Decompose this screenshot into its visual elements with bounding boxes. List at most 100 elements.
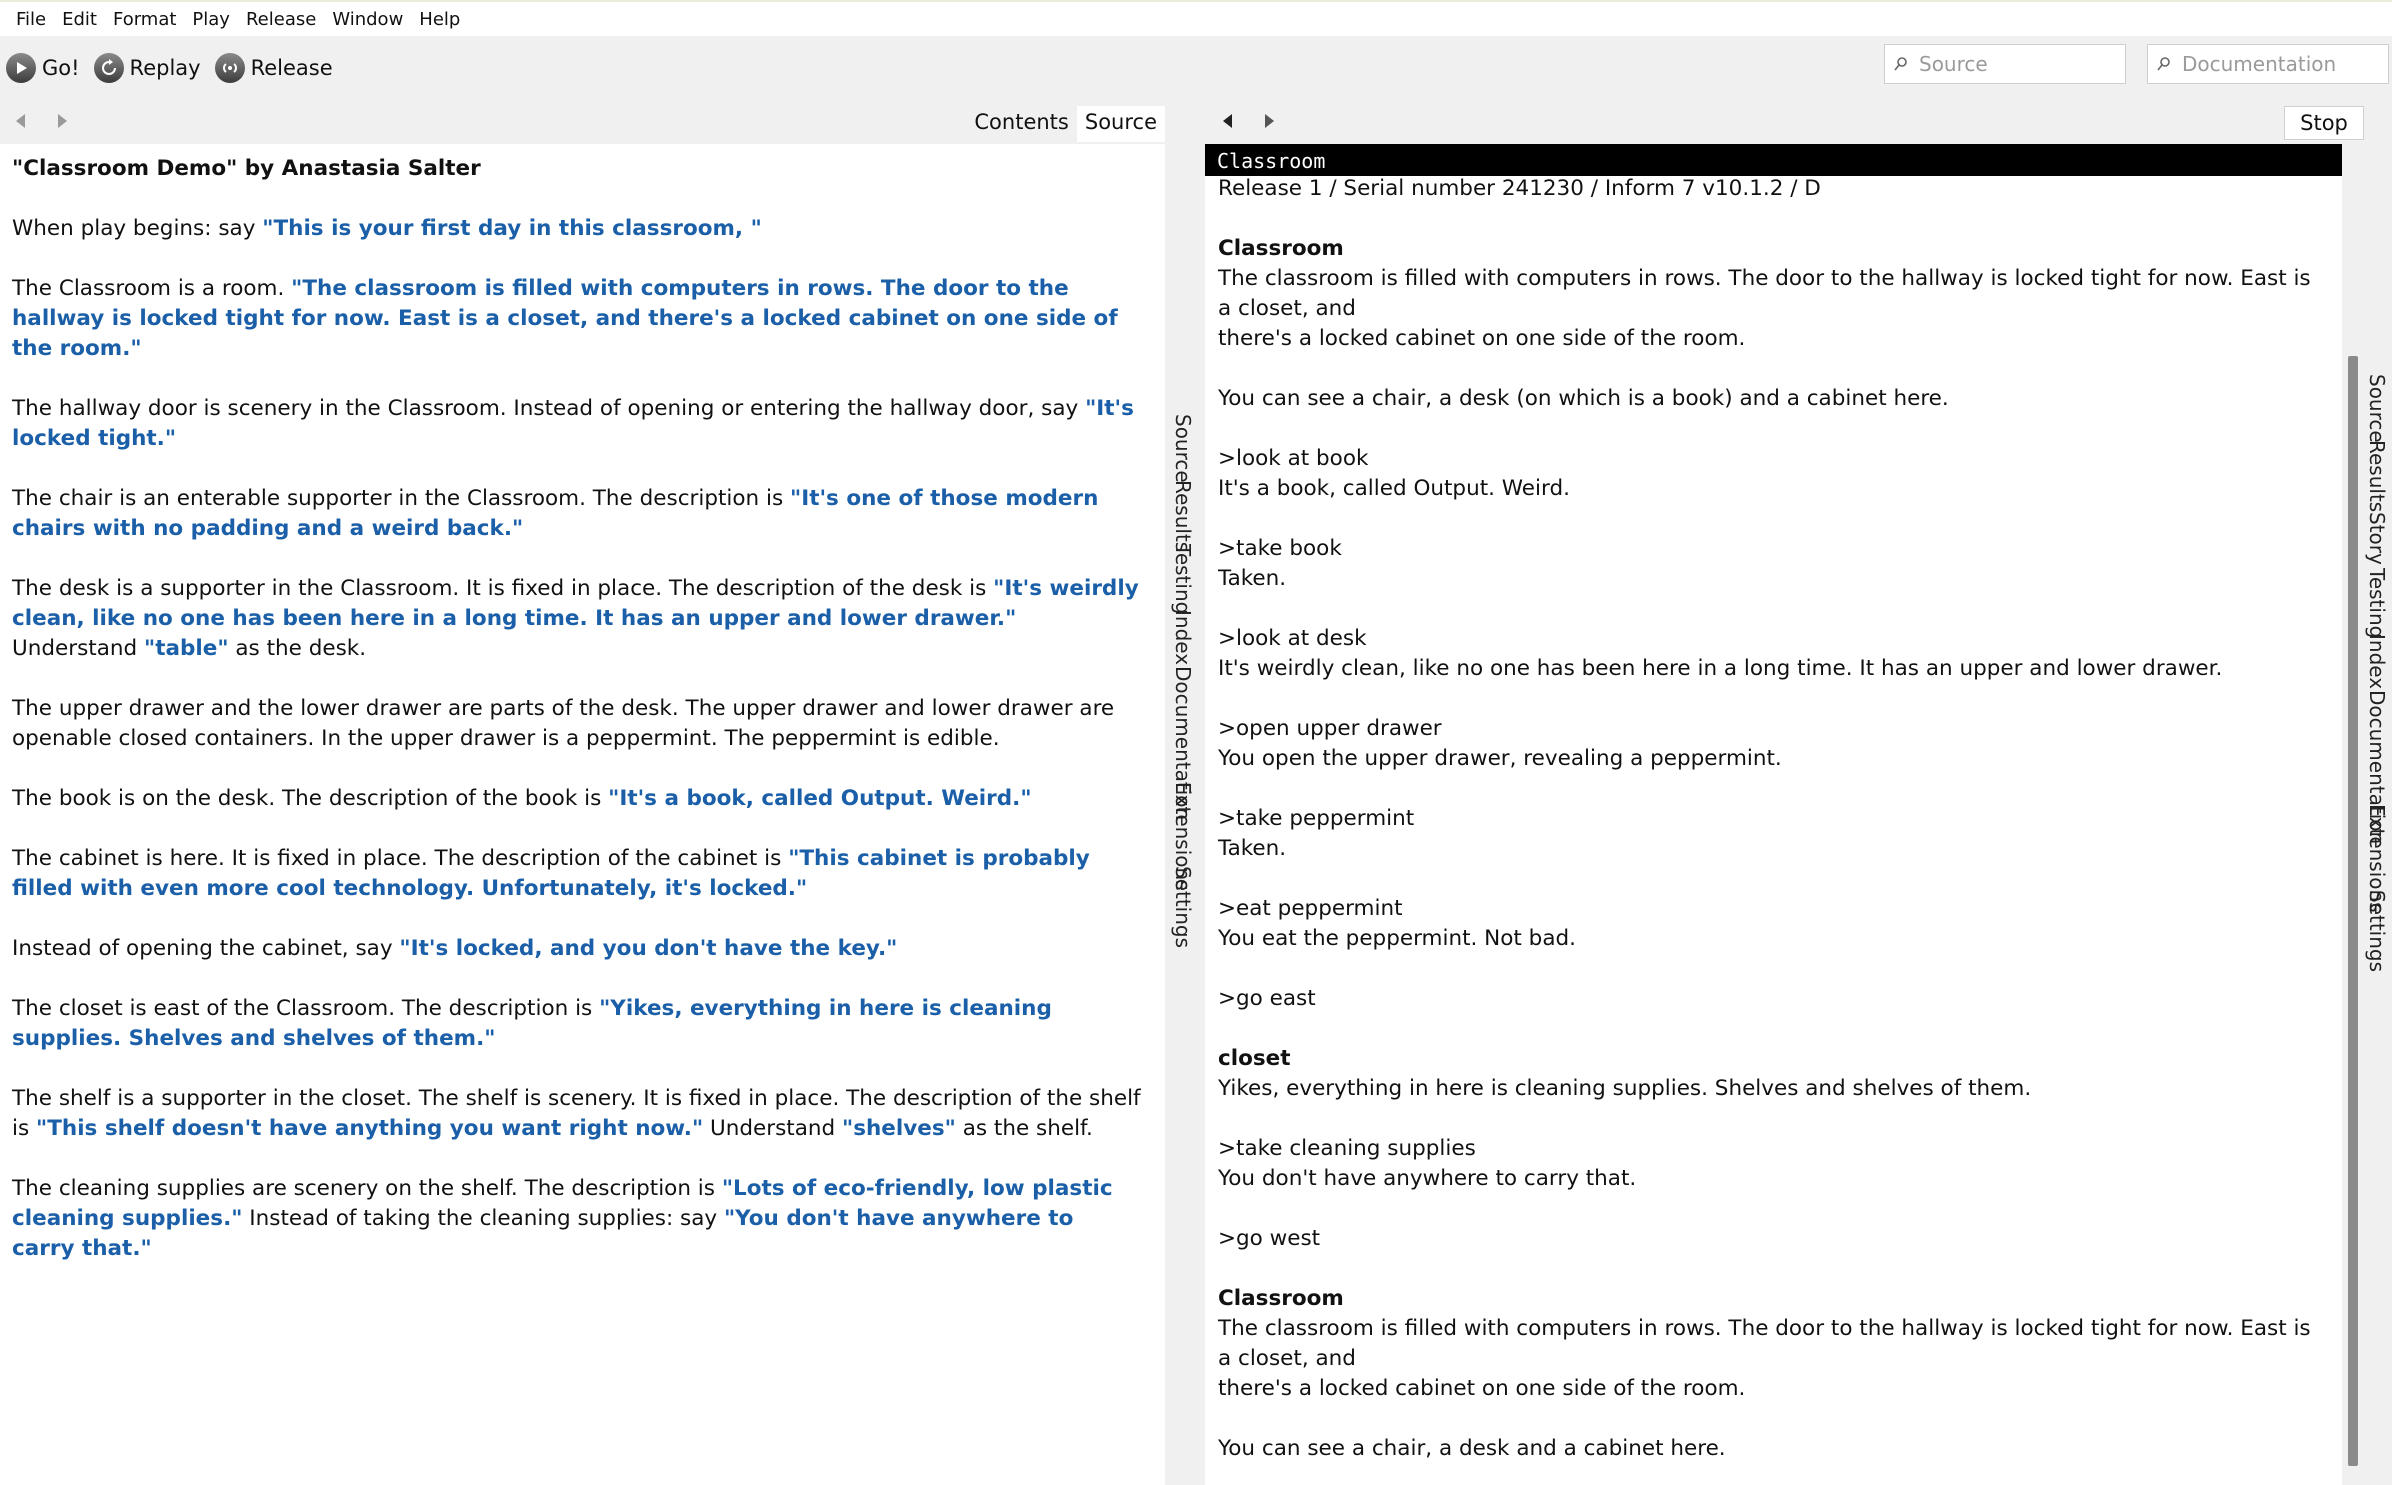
- transcript-line: Release 1 / Serial number 241230 / Infor…: [1218, 176, 1821, 201]
- back-arrow-icon[interactable]: [1223, 114, 1232, 128]
- toolbar: Go! Replay Release: [0, 36, 2392, 100]
- play-icon: [6, 53, 36, 83]
- vtab-index[interactable]: Index: [2365, 634, 2389, 689]
- transcript-line: [1218, 1104, 2328, 1134]
- transcript-line: [1218, 864, 2328, 894]
- transcript-line: You don't have anywhere to carry that.: [1218, 1166, 1637, 1191]
- vtab-settings[interactable]: Settings: [1171, 866, 1195, 948]
- transcript-line: [1218, 504, 2328, 534]
- menu-edit[interactable]: Edit: [54, 9, 105, 30]
- transcript-line: [1218, 1014, 2328, 1044]
- quoted-text: "This shelf doesn't have anything you wa…: [36, 1116, 704, 1141]
- source-paragraph: The Classroom is a room. "The classroom …: [12, 274, 1142, 364]
- vtab-index[interactable]: Index: [1171, 610, 1195, 665]
- source-text: The book is on the desk. The description…: [12, 786, 609, 811]
- transcript-line: >take book: [1218, 536, 1342, 561]
- transcript-line: You can see a chair, a desk (on which is…: [1218, 386, 1949, 411]
- source-paragraph: The book is on the desk. The description…: [12, 784, 1142, 814]
- left-panel-header: Contents Source: [0, 100, 1165, 144]
- transcript-line: [1218, 1404, 2328, 1434]
- transcript-line: You open the upper drawer, revealing a p…: [1218, 746, 1782, 771]
- transcript-line: [1218, 354, 2328, 384]
- documentation-search-input[interactable]: [2182, 52, 2382, 76]
- transcript-line: >go east: [1218, 986, 1316, 1011]
- transcript-line: [1218, 684, 2328, 714]
- replay-button[interactable]: Replay: [93, 53, 201, 83]
- source-text: Instead of opening the cabinet, say: [12, 936, 400, 961]
- transcript-line: The classroom is filled with computers i…: [1218, 266, 2311, 321]
- source-paragraph: Instead of opening the cabinet, say "It'…: [12, 934, 1142, 964]
- right-panel-header: Stop: [1205, 100, 2365, 144]
- source-text: Instead of taking the cleaning supplies:…: [242, 1206, 724, 1231]
- replay-icon: [93, 53, 124, 83]
- story-status-line: Classroom: [1205, 144, 2362, 176]
- right-vertical-tabs: Source Results Story Testing Index Documentat…: [2365, 144, 2392, 1485]
- release-button[interactable]: Release: [214, 53, 333, 83]
- release-icon: [214, 53, 245, 83]
- source-paragraph: The hallway door is scenery in the Class…: [12, 394, 1142, 454]
- vtab-testing[interactable]: Testing: [1171, 544, 1195, 614]
- search-icon: [1894, 57, 1907, 71]
- vtab-story[interactable]: Story: [2365, 512, 2389, 565]
- quoted-text: "shelves": [842, 1116, 956, 1141]
- transcript-line: [1218, 1464, 2328, 1485]
- source-text: The Classroom is a room.: [12, 276, 292, 301]
- left-vertical-tabs: Source Results Testing Index Documentation Ex…: [1165, 144, 1205, 1485]
- source-editor[interactable]: "Classroom Demo" by Anastasia Salter Whe…: [0, 144, 1165, 1485]
- transcript-line: [1218, 204, 2328, 234]
- quoted-text: "It's locked, and you don't have the key…: [399, 936, 898, 961]
- scrollbar-thumb[interactable]: [2348, 356, 2358, 1466]
- transcript-line: >look at book: [1218, 446, 1369, 471]
- menu-play[interactable]: Play: [184, 9, 238, 30]
- vtab-results[interactable]: Results: [2365, 440, 2389, 512]
- transcript-line: [1218, 1254, 2328, 1284]
- stop-button[interactable]: Stop: [2284, 106, 2364, 140]
- transcript-line: >go west: [1218, 1226, 1321, 1251]
- tab-contents[interactable]: Contents: [966, 106, 1076, 142]
- source-search-box[interactable]: [1884, 44, 2126, 84]
- story-scrollbar[interactable]: [2342, 144, 2365, 1485]
- transcript-line: Taken.: [1218, 836, 1287, 861]
- source-text: The chair is an enterable supporter in t…: [12, 486, 790, 511]
- transcript-line: [1218, 954, 2328, 984]
- tab-source[interactable]: Source: [1076, 106, 1165, 142]
- menu-window[interactable]: Window: [324, 9, 411, 30]
- room-heading: closet: [1218, 1046, 1291, 1071]
- transcript-line: there's a locked cabinet on one side of …: [1218, 326, 1746, 351]
- menu-file[interactable]: File: [8, 9, 54, 30]
- room-heading: Classroom: [1218, 1286, 1344, 1311]
- menu-bar: File Edit Format Play Release Window Hel…: [0, 0, 2392, 36]
- transcript-line: [1218, 774, 2328, 804]
- source-text: When play begins: say: [12, 216, 263, 241]
- vtab-settings[interactable]: Settings: [2365, 890, 2389, 972]
- vtab-source[interactable]: Source: [1171, 414, 1195, 483]
- quoted-text: "This is your first day in this classroo…: [262, 216, 762, 241]
- source-paragraph: The upper drawer and the lower drawer ar…: [12, 694, 1142, 754]
- source-paragraph: The chair is an enterable supporter in t…: [12, 484, 1142, 544]
- go-label: Go!: [42, 56, 80, 80]
- story-panel[interactable]: Classroom Release 1 / Serial number 2412…: [1205, 144, 2362, 1485]
- documentation-search-box[interactable]: [2147, 44, 2389, 84]
- go-button[interactable]: Go!: [6, 53, 80, 83]
- transcript-line: Yikes, everything in here is cleaning su…: [1218, 1076, 2032, 1101]
- forward-arrow-icon[interactable]: [58, 114, 67, 128]
- transcript-line: >look at desk: [1218, 626, 1367, 651]
- source-title: "Classroom Demo" by Anastasia Salter: [12, 156, 481, 181]
- transcript-line: [1218, 1194, 2328, 1224]
- source-text: The desk is a supporter in the Classroom…: [12, 576, 994, 601]
- source-text: The cleaning supplies are scenery on the…: [12, 1176, 722, 1201]
- transcript-line: there's a locked cabinet on one side of …: [1218, 1376, 1746, 1401]
- vtab-results[interactable]: Results: [1171, 480, 1195, 552]
- source-text: The upper drawer and the lower drawer ar…: [12, 696, 1115, 751]
- vtab-source[interactable]: Source: [2365, 374, 2389, 443]
- forward-arrow-icon[interactable]: [1265, 114, 1274, 128]
- replay-label: Replay: [129, 56, 201, 80]
- menu-release[interactable]: Release: [238, 9, 324, 30]
- menu-help[interactable]: Help: [411, 9, 468, 30]
- menu-format[interactable]: Format: [105, 9, 184, 30]
- transcript-line: Taken.: [1218, 566, 1287, 591]
- vtab-testing[interactable]: Testing: [2365, 568, 2389, 638]
- back-arrow-icon[interactable]: [16, 114, 25, 128]
- transcript-line: [1218, 414, 2328, 444]
- source-search-input[interactable]: [1919, 52, 2119, 76]
